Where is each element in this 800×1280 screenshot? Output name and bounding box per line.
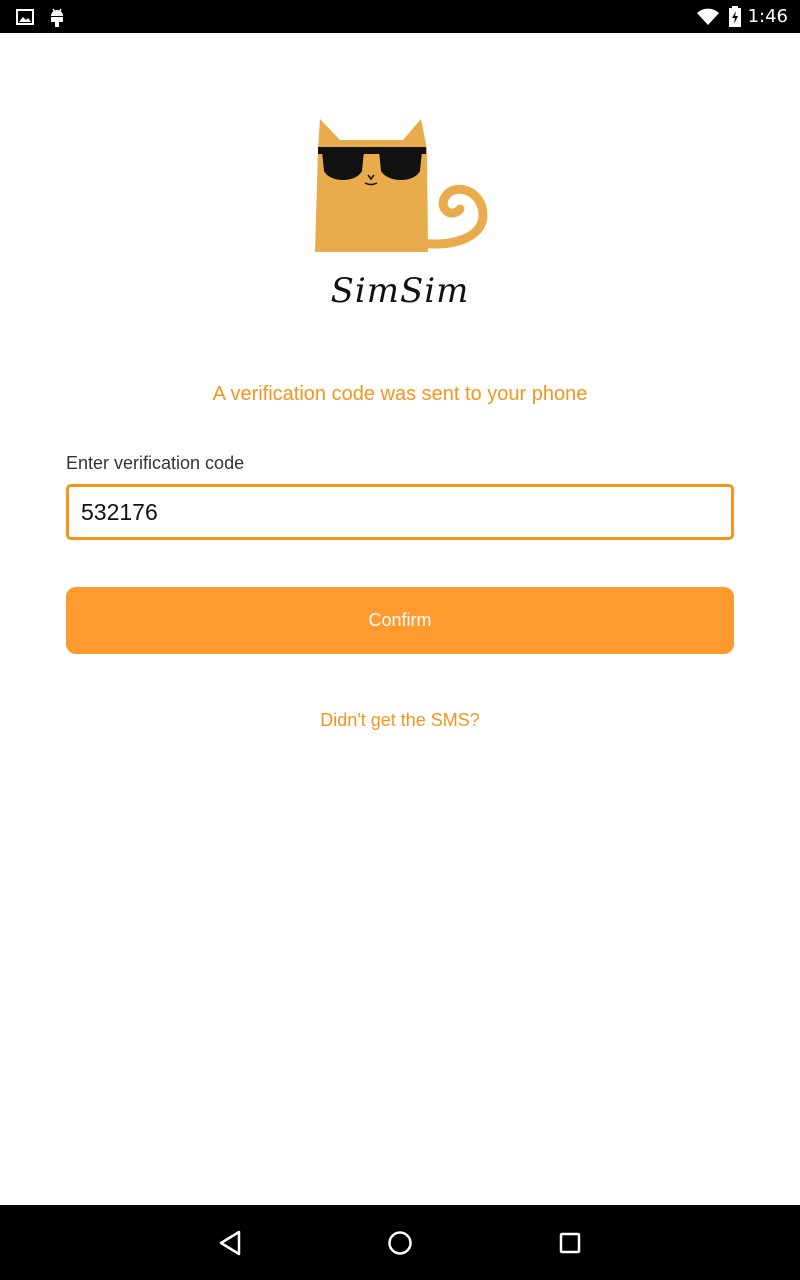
app-logo-text: SimSim <box>330 271 470 311</box>
recents-icon <box>559 1232 581 1253</box>
status-bar: 1:46 <box>0 0 800 33</box>
navigation-bar <box>0 1205 800 1280</box>
verification-screen: SimSim A verification code was sent to y… <box>0 33 800 1205</box>
resend-sms-link[interactable]: Didn't get the SMS? <box>0 710 800 731</box>
verification-code-label: Enter verification code <box>66 453 245 473</box>
back-icon <box>219 1230 241 1255</box>
verification-message: A verification code was sent to your pho… <box>212 383 588 405</box>
image-notification-icon <box>14 0 36 33</box>
home-button[interactable] <box>360 1205 440 1280</box>
battery-charging-icon <box>726 0 744 33</box>
verification-code-input[interactable] <box>66 484 734 540</box>
android-notification-icon <box>46 0 68 33</box>
back-button[interactable] <box>190 1205 270 1280</box>
recents-button[interactable] <box>530 1205 610 1280</box>
cat-sunglasses-logo-icon <box>315 119 488 252</box>
wifi-icon <box>694 0 722 33</box>
status-time: 1:46 <box>747 6 788 27</box>
confirm-button[interactable]: Confirm <box>66 587 734 654</box>
home-icon <box>388 1230 412 1255</box>
